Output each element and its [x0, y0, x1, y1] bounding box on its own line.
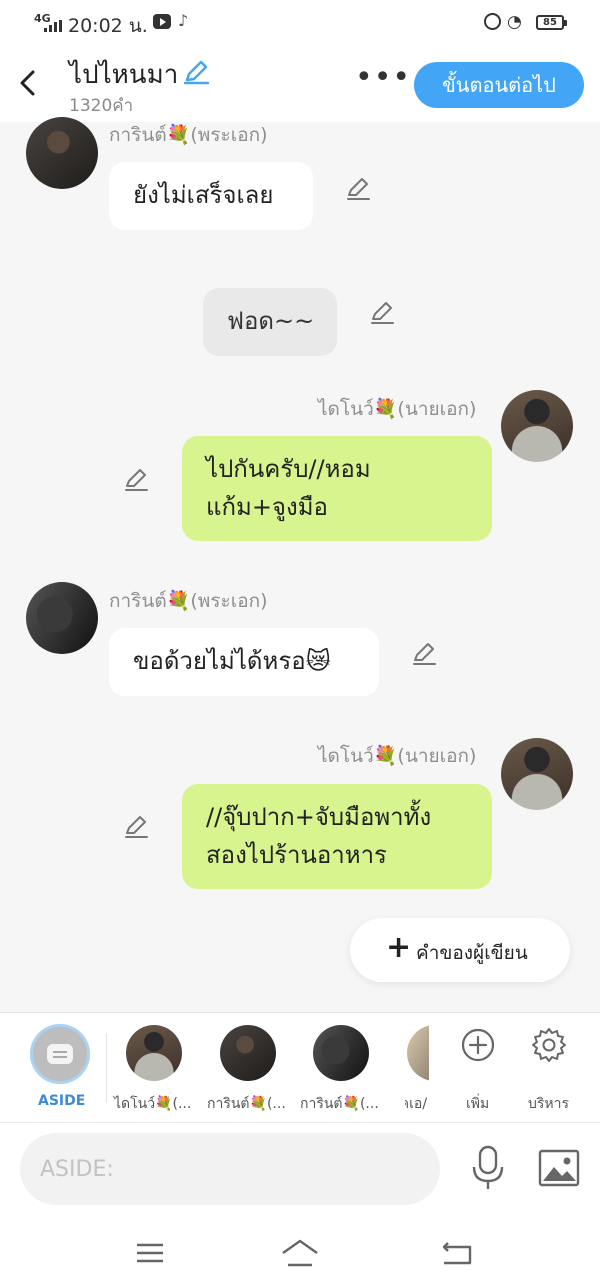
- clock: 20:02 น.: [68, 15, 148, 37]
- image-icon[interactable]: [538, 1149, 580, 1187]
- speaker-name: ไดโนว์💐(นายเอก): [318, 398, 477, 420]
- message-bubble[interactable]: ยังไม่เสร็จเลย: [109, 162, 313, 230]
- speaker-name: การินต์💐(พระเอก): [109, 590, 268, 612]
- edit-pencil-icon[interactable]: [344, 175, 372, 203]
- speaker-name: ไดโนว์💐(นายเอก): [318, 745, 477, 767]
- alarm-icon: [484, 13, 501, 30]
- add-character-icon[interactable]: [460, 1027, 496, 1063]
- next-step-button[interactable]: ขั้นตอนต่อไป: [414, 62, 584, 108]
- microphone-icon[interactable]: [470, 1145, 506, 1191]
- character-name: การินต์💐(...: [207, 1096, 286, 1112]
- home-icon[interactable]: [280, 1237, 320, 1269]
- tiktok-icon: ♪: [178, 11, 189, 30]
- edit-pencil-icon[interactable]: [368, 299, 396, 327]
- avatar[interactable]: [26, 117, 98, 189]
- signal-icon: [44, 20, 62, 32]
- message-line: สองไปร้านอาหาร: [206, 841, 387, 869]
- character-item-partial[interactable]: เคเอ/: [405, 1013, 429, 1123]
- avatar[interactable]: [26, 582, 98, 654]
- add-character-label: เพิ่ม: [466, 1096, 490, 1112]
- add-author-note-button[interactable]: + คำของผู้เขียน: [350, 918, 570, 982]
- avatar[interactable]: [501, 390, 573, 462]
- more-options-icon[interactable]: •••: [355, 63, 410, 93]
- youtube-icon: [153, 14, 171, 29]
- edit-pencil-icon[interactable]: [122, 466, 150, 494]
- narration-bubble[interactable]: ฟอด~~: [203, 288, 337, 356]
- character-bar: ASIDE ไดโนว์💐(... การินต์💐(... การินต์💐(…: [0, 1012, 600, 1122]
- add-author-note-label: คำของผู้เขียน: [416, 942, 528, 964]
- character-avatar[interactable]: [220, 1025, 276, 1081]
- message-line: ไปกันครับ//หอม: [206, 455, 371, 483]
- message-line: แก้ม+จูงมือ: [206, 493, 328, 521]
- aside-icon[interactable]: [30, 1024, 90, 1084]
- character-avatar: [407, 1025, 429, 1081]
- manage-label: บริหาร: [528, 1096, 570, 1112]
- avatar[interactable]: [501, 738, 573, 810]
- edit-pencil-icon[interactable]: [122, 813, 150, 841]
- character-name: การินต์💐(...: [300, 1096, 379, 1112]
- menu-icon[interactable]: [135, 1241, 165, 1265]
- input-bar: [0, 1122, 600, 1217]
- story-title: ไปไหนมา: [69, 60, 179, 90]
- edit-title-pencil-icon[interactable]: [182, 58, 210, 86]
- wifi-icon: ◔: [507, 12, 522, 32]
- edit-pencil-icon[interactable]: [410, 640, 438, 668]
- back-icon[interactable]: [440, 1239, 474, 1267]
- message-bubble[interactable]: ไปกันครับ//หอม แก้ม+จูงมือ: [182, 436, 492, 541]
- status-bar: 4G 20:02 น. ♪ ◔ 85: [0, 0, 600, 46]
- back-arrow-icon[interactable]: [18, 68, 38, 98]
- header: ไปไหนมา 1320คำ ••• ขั้นตอนต่อไป: [0, 46, 600, 122]
- message-line: //จุ๊บปาก+จับมือพาทั้ง: [206, 803, 432, 831]
- character-name: ไดโนว์💐(...: [114, 1096, 192, 1112]
- system-nav-bar: [0, 1217, 600, 1287]
- speaker-name: การินต์💐(พระเอก): [109, 124, 268, 146]
- message-bubble[interactable]: ขอด้วยไม่ได้หรอ😿: [109, 628, 379, 696]
- word-count: 1320คำ: [69, 96, 134, 116]
- character-avatar[interactable]: [126, 1025, 182, 1081]
- battery-icon: 85: [536, 15, 567, 30]
- gear-icon[interactable]: [531, 1027, 567, 1063]
- message-bubble[interactable]: //จุ๊บปาก+จับมือพาทั้ง สองไปร้านอาหาร: [182, 784, 492, 889]
- plus-icon: +: [386, 930, 412, 965]
- character-avatar[interactable]: [313, 1025, 369, 1081]
- character-name: เคเอ/: [405, 1096, 428, 1112]
- divider: [106, 1033, 107, 1103]
- message-input[interactable]: [20, 1133, 440, 1205]
- aside-label: ASIDE: [38, 1093, 86, 1109]
